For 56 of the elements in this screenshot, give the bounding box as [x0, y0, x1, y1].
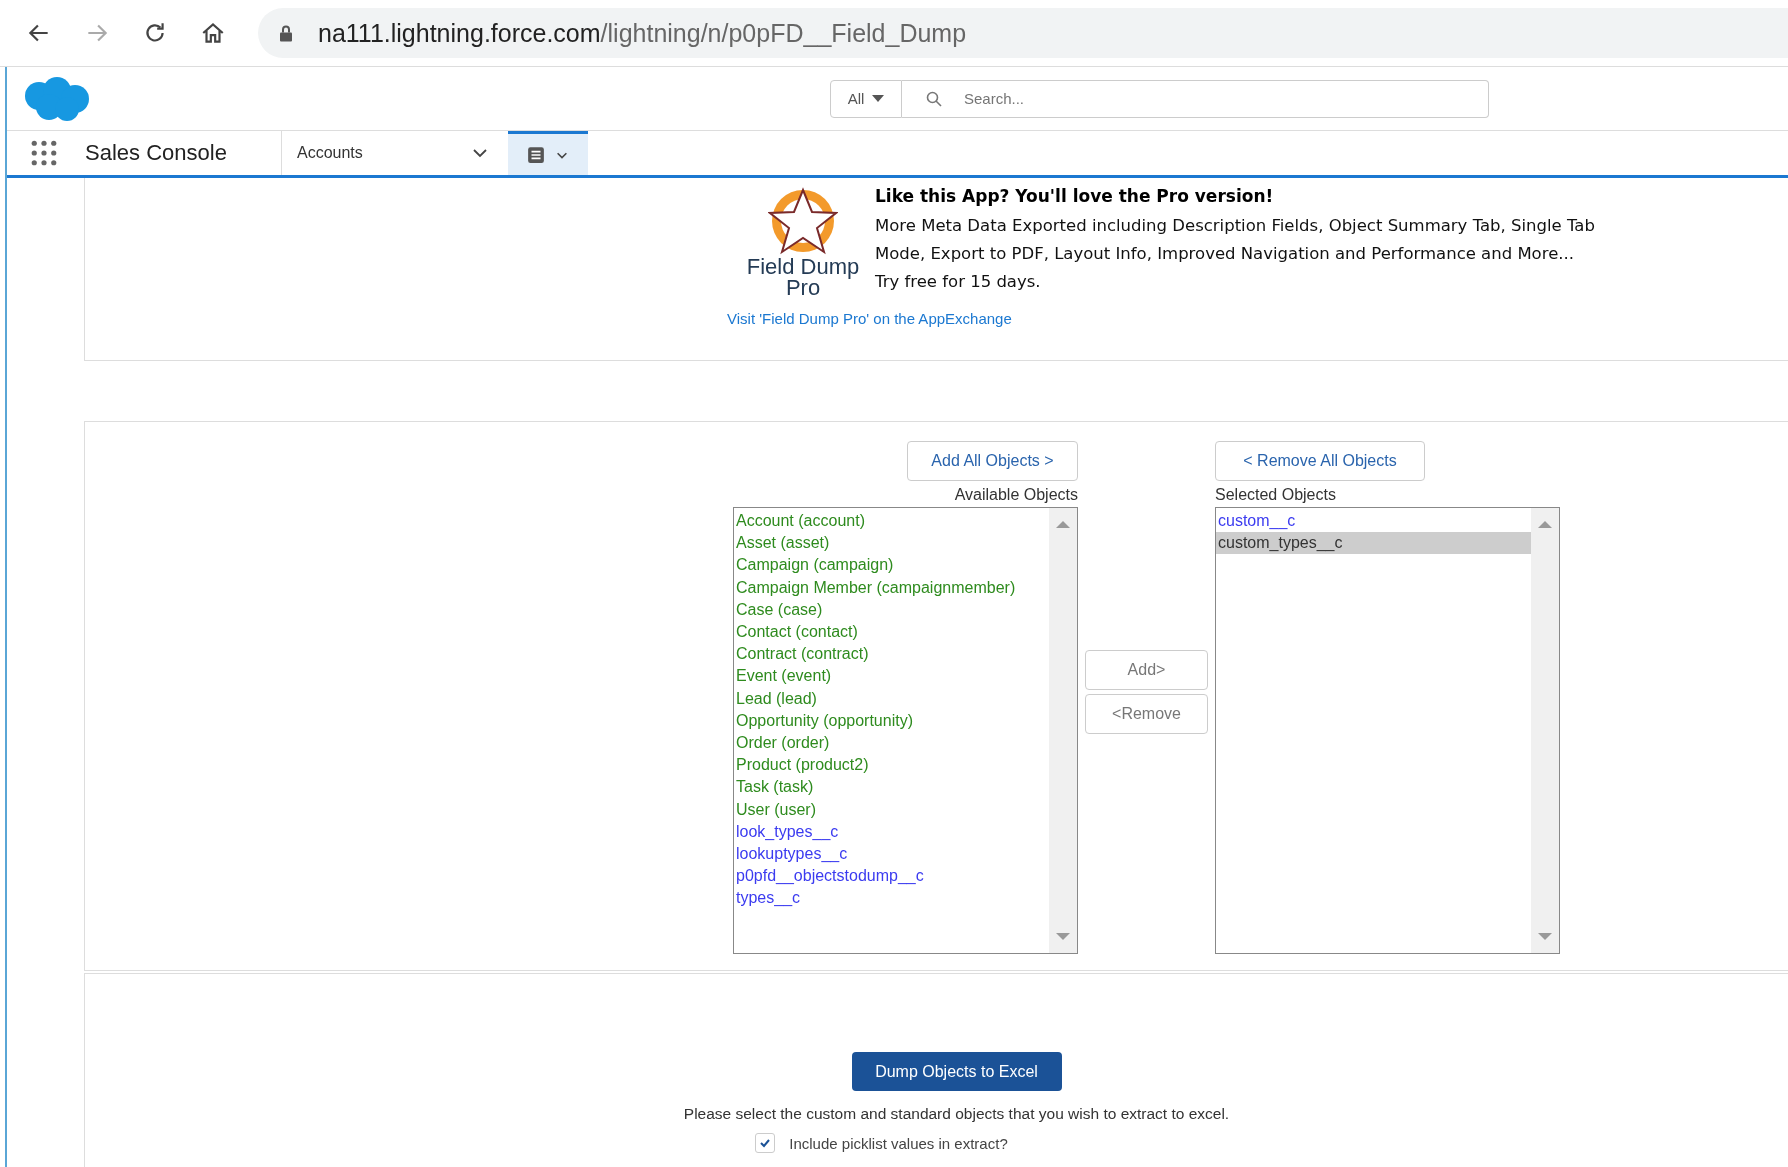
- list-option[interactable]: Case (case): [734, 598, 1049, 621]
- list-option[interactable]: Opportunity (opportunity): [734, 709, 1049, 733]
- promo-text: More Meta Data Exported including Description Fields, Object Summary Tab, Single Tab Mode, Export to PDF, Layout Info, Improved Navigation and Performance and More...: [875, 215, 1596, 265]
- search-field[interactable]: Search...: [902, 79, 1489, 118]
- list-option[interactable]: Campaign Member (campaignmember): [734, 576, 1049, 599]
- list-option[interactable]: Contract (contract): [734, 643, 1049, 666]
- list-option[interactable]: lookuptypes__c: [734, 843, 1049, 866]
- logo-text: Field Dump Pro: [745, 256, 861, 298]
- scroll-down-icon[interactable]: [1538, 933, 1552, 940]
- home-icon[interactable]: [200, 20, 226, 46]
- list-option[interactable]: custom__c: [1216, 510, 1531, 533]
- list-option[interactable]: p0pfd__objectstodump__c: [734, 865, 1049, 888]
- app-launcher-icon[interactable]: [31, 140, 57, 166]
- nav-tab[interactable]: Accounts: [281, 131, 472, 175]
- scope-dropdown[interactable]: All: [830, 79, 902, 118]
- list-option[interactable]: Contact (contact): [734, 621, 1049, 644]
- address-bar[interactable]: na111.lightning.force.com/lightning/n/p0pFD__Field_Dump: [258, 8, 1788, 58]
- lock-icon: [278, 23, 294, 43]
- dump-button[interactable]: Dump Objects to Excel: [851, 1052, 1062, 1091]
- selected-list[interactable]: custom__c custom_types__c: [1215, 507, 1560, 954]
- star-logo-icon: [768, 186, 838, 256]
- checkbox[interactable]: [755, 1133, 776, 1153]
- remove-button[interactable]: <Remove: [1085, 694, 1208, 734]
- list-option[interactable]: Lead (lead): [734, 687, 1049, 710]
- list-option[interactable]: look_types__c: [734, 820, 1049, 844]
- check-icon: [759, 1137, 772, 1149]
- instructions-text: Please select the custom and standard objects that you wish to extract to excel.: [683, 1105, 1230, 1123]
- scrollbar[interactable]: [1531, 508, 1559, 953]
- list-label: Available Objects: [954, 486, 1078, 504]
- list-option[interactable]: Asset (asset): [734, 532, 1049, 555]
- add-all-button[interactable]: Add All Objects >: [907, 441, 1078, 481]
- available-list[interactable]: [733, 507, 1078, 954]
- appexchange-link[interactable]: Visit 'Field Dump Pro' on the AppExchange: [727, 310, 1012, 327]
- list-option[interactable]: custom_types__c: [1216, 532, 1531, 555]
- list-option[interactable]: Order (order): [734, 732, 1049, 755]
- list-option[interactable]: Event (event): [734, 665, 1049, 688]
- promo-heading: Like this App? You'll love the Pro version!: [875, 186, 1275, 206]
- list-option[interactable]: types__c: [734, 887, 1049, 910]
- add-button[interactable]: Add>: [1085, 650, 1208, 690]
- search-icon: [926, 90, 942, 107]
- trial-text: Try free for 15 days.: [875, 271, 1042, 293]
- app-name: Sales Console: [85, 140, 228, 166]
- scroll-up-icon[interactable]: [1538, 521, 1552, 528]
- list-label: Selected Objects: [1215, 486, 1337, 504]
- scroll-down-icon[interactable]: [1056, 933, 1070, 940]
- remove-all-button[interactable]: < Remove All Objects: [1215, 441, 1425, 481]
- scrollbar[interactable]: [1049, 508, 1077, 953]
- list-icon: [527, 145, 545, 164]
- list-option[interactable]: Account (account): [734, 510, 1049, 533]
- list-option[interactable]: Campaign (campaign): [734, 554, 1049, 577]
- nav-item-menu[interactable]: [508, 131, 588, 175]
- scroll-up-icon[interactable]: [1056, 521, 1070, 528]
- checkbox-label: Include picklist values in extract?: [789, 1134, 1008, 1152]
- list-option[interactable]: User (user): [734, 798, 1049, 821]
- list-option[interactable]: Product (product2): [734, 754, 1049, 777]
- list-option[interactable]: Task (task): [734, 776, 1049, 799]
